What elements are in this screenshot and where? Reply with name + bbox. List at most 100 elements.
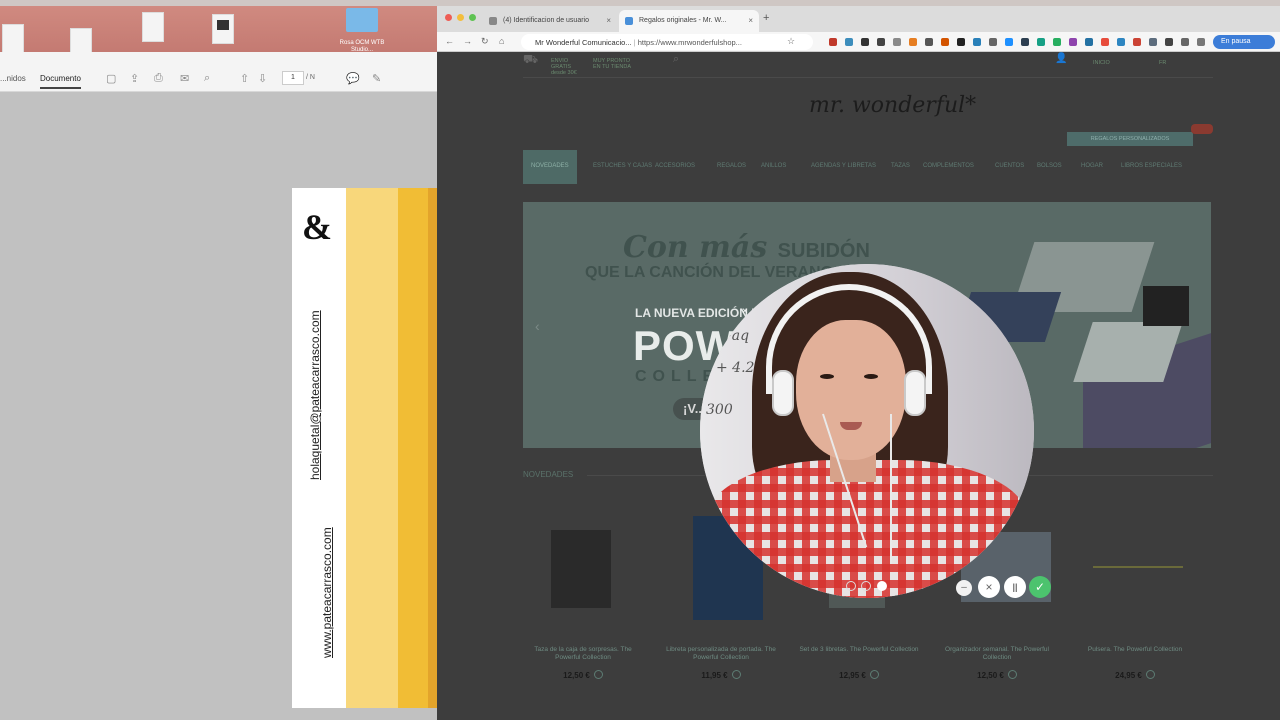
size-option-medium[interactable] xyxy=(861,581,872,591)
add-to-cart-icon[interactable] xyxy=(1145,670,1155,679)
product-price: 12,95 € xyxy=(799,670,919,680)
close-webcam-icon[interactable]: × xyxy=(742,306,748,317)
extension-icon[interactable] xyxy=(989,38,997,46)
minimize-controls-button[interactable]: – xyxy=(956,580,972,596)
pause-recording-button[interactable]: || xyxy=(1004,576,1026,598)
add-to-cart-icon[interactable] xyxy=(593,670,603,679)
add-to-cart-icon[interactable] xyxy=(1007,670,1017,679)
extension-icon[interactable] xyxy=(941,38,949,46)
add-to-cart-icon[interactable] xyxy=(731,670,741,679)
extension-icon[interactable] xyxy=(925,38,933,46)
maximize-window-button[interactable] xyxy=(469,14,476,21)
extension-icon[interactable] xyxy=(1069,38,1077,46)
home-icon[interactable]: ⌂ xyxy=(499,36,504,46)
extension-icon[interactable] xyxy=(1085,38,1093,46)
mail-icon[interactable]: ✉ xyxy=(180,72,189,85)
extension-icon[interactable] xyxy=(829,38,837,46)
extension-icon[interactable] xyxy=(957,38,965,46)
nav-item[interactable]: BOLSOS xyxy=(1037,163,1062,169)
nav-item[interactable]: REGALOS xyxy=(717,163,746,169)
extension-icon[interactable] xyxy=(973,38,981,46)
profile-button[interactable]: En pausa xyxy=(1213,35,1275,49)
promo-banner[interactable]: REGALOS PERSONALIZADOS xyxy=(1067,132,1193,146)
finish-recording-button[interactable]: ✓ xyxy=(1029,576,1051,598)
reload-icon[interactable]: ↻ xyxy=(481,36,489,47)
page-down-icon[interactable]: ⇩ xyxy=(258,72,267,85)
extension-icon[interactable] xyxy=(1181,38,1189,46)
extension-icon[interactable] xyxy=(1165,38,1173,46)
extension-icon[interactable] xyxy=(845,38,853,46)
extension-icon[interactable] xyxy=(893,38,901,46)
extension-icon[interactable] xyxy=(1117,38,1125,46)
comment-icon[interactable]: 💬 xyxy=(346,72,360,85)
webcam-bubble[interactable]: +aq + 4.2 300 xyxy=(700,264,1034,598)
url-field[interactable]: Mr Wonderful Comunicacio... | https://ww… xyxy=(521,34,813,50)
product-image[interactable] xyxy=(551,530,611,608)
close-tab-icon[interactable]: × xyxy=(606,16,611,25)
nav-item[interactable]: COMPLEMENTOS xyxy=(923,163,974,169)
product-name[interactable]: Set de 3 libretas. The Powerful Collecti… xyxy=(799,646,919,654)
language-select[interactable]: FR xyxy=(1159,60,1166,66)
tab-sidebar[interactable]: ...nidos xyxy=(0,74,26,83)
folder-icon[interactable] xyxy=(346,8,378,32)
login-link[interactable]: INICIO xyxy=(1093,60,1110,66)
product-name[interactable]: Taza de la caja de sorpresas. The Powerf… xyxy=(523,646,643,662)
yellow-stripe xyxy=(346,188,398,708)
extension-icon[interactable] xyxy=(1037,38,1045,46)
extension-icon[interactable] xyxy=(909,38,917,46)
carousel-prev-icon[interactable]: ‹ xyxy=(535,318,540,334)
extension-icon[interactable] xyxy=(1197,38,1205,46)
extension-icon[interactable] xyxy=(1005,38,1013,46)
extension-icon[interactable] xyxy=(1053,38,1061,46)
nav-item[interactable]: ESTUCHES Y CAJAS xyxy=(593,163,652,169)
close-window-button[interactable] xyxy=(445,14,452,21)
page-up-icon[interactable]: ⇧ xyxy=(240,72,249,85)
back-icon[interactable]: ← xyxy=(445,36,454,46)
desktop-file-icon[interactable] xyxy=(2,24,24,54)
print-icon[interactable]: ⎙ xyxy=(154,72,163,85)
page-number-input[interactable]: 1 xyxy=(282,71,304,85)
nav-item[interactable]: LIBROS ESPECIALES xyxy=(1121,163,1182,169)
upload-icon[interactable]: ⇪ xyxy=(130,72,139,85)
size-option-large[interactable] xyxy=(876,581,887,591)
search-icon[interactable]: ⌕ xyxy=(204,72,210,85)
browser-tab-active[interactable]: Regalos originales - Mr. W... × xyxy=(619,10,759,32)
nav-item[interactable]: NOVEDADES xyxy=(523,150,577,184)
nav-item[interactable]: AGENDAS Y LIBRETAS xyxy=(811,163,876,169)
close-tab-icon[interactable]: × xyxy=(748,16,753,25)
nav-item[interactable]: ACCESORIOS xyxy=(655,163,695,169)
cancel-recording-button[interactable]: × xyxy=(978,576,1000,598)
nav-item[interactable]: ANILLOS xyxy=(761,163,786,169)
forward-icon[interactable]: → xyxy=(463,36,472,46)
website-text[interactable]: www.pateacarrasco.com xyxy=(320,527,334,658)
user-icon[interactable]: 👤 xyxy=(1055,54,1067,64)
size-option-small[interactable] xyxy=(846,581,856,591)
add-to-cart-icon[interactable] xyxy=(869,670,879,679)
nav-item[interactable]: CUENTOS xyxy=(995,163,1024,169)
product-image[interactable] xyxy=(1093,566,1183,572)
product-name[interactable]: Libreta personalizada de portada. The Po… xyxy=(661,646,781,662)
site-identity: Mr Wonderful Comunicacio... xyxy=(535,38,632,47)
browser-tab[interactable]: (4) Identificacion de usuario × xyxy=(483,10,617,32)
bookmark-star-icon[interactable]: ☆ xyxy=(787,36,795,47)
tab-documento[interactable]: Documento xyxy=(40,74,81,89)
extension-icon[interactable] xyxy=(1021,38,1029,46)
nav-item[interactable]: TAZAS xyxy=(891,163,910,169)
save-icon[interactable]: ▢ xyxy=(106,72,116,85)
desktop-file-icon[interactable] xyxy=(212,14,234,44)
new-tab-icon[interactable]: + xyxy=(763,12,769,24)
extension-icon[interactable] xyxy=(877,38,885,46)
product-name[interactable]: Organizador semanal. The Powerful Collec… xyxy=(937,646,1057,662)
extension-icon[interactable] xyxy=(1149,38,1157,46)
pen-icon[interactable]: ✎ xyxy=(372,72,381,85)
extension-icon[interactable] xyxy=(1133,38,1141,46)
minimize-window-button[interactable] xyxy=(457,14,464,21)
extension-icon[interactable] xyxy=(1101,38,1109,46)
email-text[interactable]: holaquetal@pateacarrasco.com xyxy=(308,310,322,480)
product-name[interactable]: Pulsera. The Powerful Collection xyxy=(1075,646,1195,654)
search-icon[interactable]: ⌕ xyxy=(673,54,679,65)
extension-icon[interactable] xyxy=(861,38,869,46)
site-logo[interactable]: mr. wonderful* xyxy=(809,95,976,117)
nav-item[interactable]: HOGAR xyxy=(1081,163,1103,169)
desktop-file-icon[interactable] xyxy=(142,12,164,42)
